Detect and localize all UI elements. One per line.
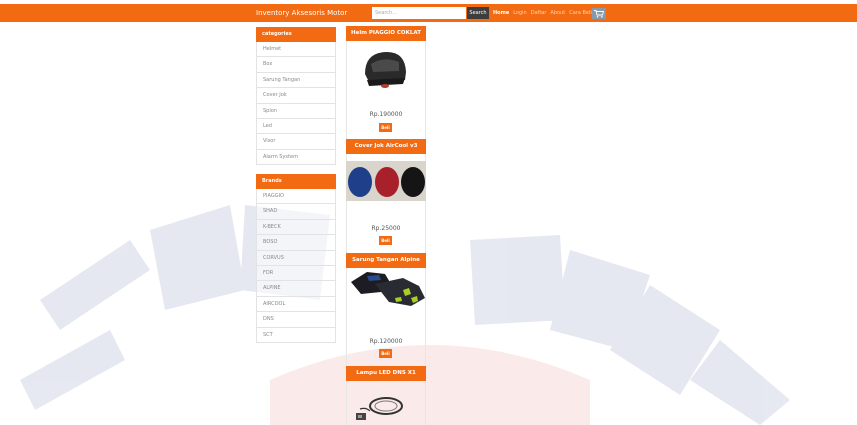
buy-button[interactable]: Beli bbox=[379, 123, 392, 132]
nav-links: Home Login Daftar About Cara Beli bbox=[493, 10, 592, 17]
category-item[interactable]: Box bbox=[256, 57, 336, 73]
search-input[interactable] bbox=[372, 7, 466, 19]
nav-login[interactable]: Login bbox=[513, 10, 527, 17]
brands-list: PIAGGIO SHAD K-BECK BOSO CORVUS FDR ALPI… bbox=[256, 189, 336, 343]
category-item[interactable]: Cover Jok bbox=[256, 88, 336, 104]
brand-item[interactable]: DNS bbox=[256, 312, 336, 328]
category-item[interactable]: Led bbox=[256, 118, 336, 135]
category-item[interactable]: Sarung Tangan bbox=[256, 72, 336, 89]
product-title[interactable]: Sarung Tangan Alpine bbox=[346, 253, 426, 268]
product-title[interactable]: Cover Jok AirCool v3 bbox=[346, 139, 426, 154]
brand-item[interactable]: AIRCOOL bbox=[256, 296, 336, 313]
category-item[interactable]: Helmet bbox=[256, 42, 336, 58]
brand-item[interactable]: PIAGGIO bbox=[256, 189, 336, 205]
category-item[interactable]: Spion bbox=[256, 103, 336, 119]
brand-item[interactable]: K-BECK bbox=[256, 219, 336, 236]
buy-button[interactable]: Beli bbox=[379, 349, 392, 358]
cart-icon bbox=[594, 9, 604, 18]
brand-item[interactable]: ALPINE bbox=[256, 281, 336, 297]
search-button[interactable]: Search bbox=[467, 7, 489, 19]
nav-about[interactable]: About bbox=[550, 10, 565, 17]
brands-header: Brands bbox=[256, 174, 336, 189]
product-title[interactable]: Lampu LED DNS X1 bbox=[346, 366, 426, 381]
brand-item[interactable]: CORVUS bbox=[256, 250, 336, 266]
nav-cara-beli[interactable]: Cara Beli bbox=[569, 10, 592, 17]
brand-item[interactable]: BOSO bbox=[256, 235, 336, 251]
top-navbar: Inventory Aksesoris Motor Search Home Lo… bbox=[0, 4, 857, 22]
gloves-image[interactable] bbox=[345, 268, 427, 314]
university-watermark bbox=[20, 205, 790, 425]
category-item[interactable]: Alarm System bbox=[256, 149, 336, 166]
nav-daftar[interactable]: Daftar bbox=[531, 10, 547, 17]
brand-item[interactable]: SHAD bbox=[256, 204, 336, 220]
product-title[interactable]: Helm PIAGGIO COKLAT bbox=[346, 26, 426, 41]
buy-button[interactable]: Beli bbox=[379, 236, 392, 245]
helmet-image[interactable] bbox=[359, 44, 411, 96]
product-price: Rp.25000 bbox=[371, 225, 401, 232]
categories-header: categories bbox=[256, 27, 336, 42]
cart-button[interactable] bbox=[592, 8, 606, 19]
site-brand[interactable]: Inventory Aksesoris Motor bbox=[256, 8, 347, 18]
brand-item[interactable]: SCT bbox=[256, 327, 336, 343]
led-lamp-image[interactable] bbox=[350, 393, 410, 423]
nav-home[interactable]: Home bbox=[493, 10, 509, 17]
category-item[interactable]: Visor bbox=[256, 134, 336, 150]
categories-list: Helmet Box Sarung Tangan Cover Jok Spion… bbox=[256, 42, 336, 166]
seat-cover-image[interactable] bbox=[346, 161, 426, 201]
product-price: Rp.190000 bbox=[369, 111, 403, 118]
product-price: Rp.120000 bbox=[369, 338, 403, 345]
brand-item[interactable]: FDR bbox=[256, 265, 336, 282]
